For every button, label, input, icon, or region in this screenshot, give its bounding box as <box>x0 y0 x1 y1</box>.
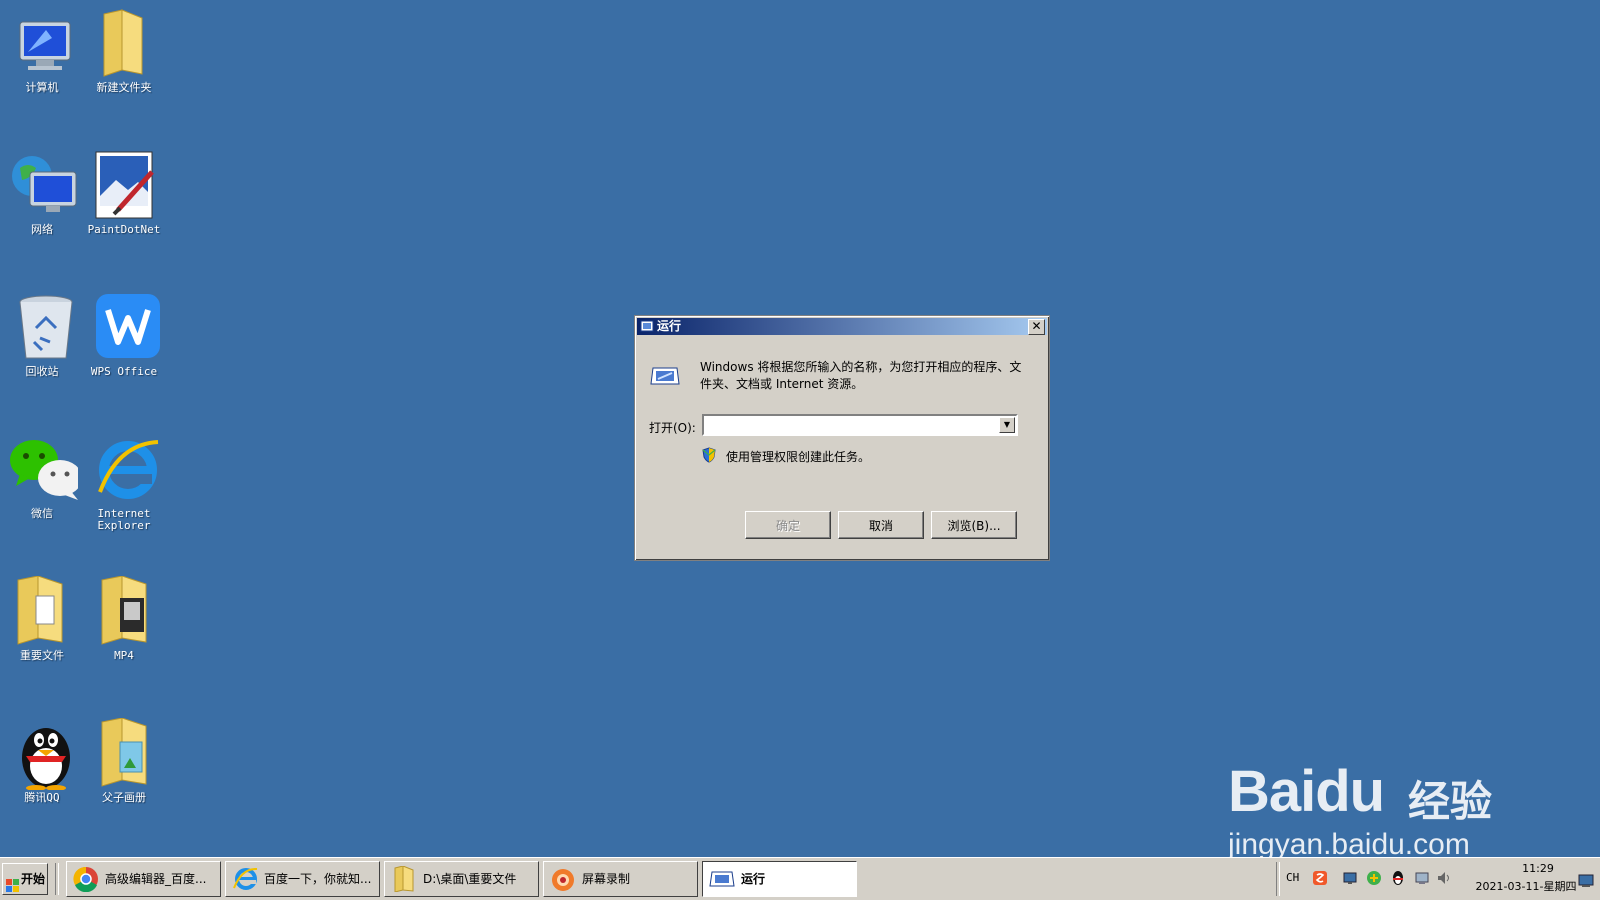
taskbar-separator <box>55 863 59 895</box>
close-button[interactable]: ✕ <box>1028 319 1045 335</box>
desktop-icon-wps-office[interactable]: WPS Office <box>82 292 166 378</box>
recycle-bin-icon <box>6 292 78 364</box>
watermark-brand: Baidu <box>1228 759 1385 824</box>
computer-icon <box>6 8 78 80</box>
start-button[interactable]: 开始 <box>2 863 48 895</box>
folder-icon <box>88 8 160 80</box>
run-dialog: 运行 ✕ Windows 将根据您所输入的名称，为您打开相应的程序、文件夹、文档… <box>634 315 1050 561</box>
security-icon[interactable] <box>1366 870 1382 886</box>
taskbar-button-screen-recorder[interactable]: 屏幕录制 <box>543 861 698 897</box>
open-input[interactable] <box>705 417 999 433</box>
clock-time[interactable]: 11:29 <box>1508 862 1568 875</box>
folder-icon <box>88 575 160 648</box>
desktop-icon-label: Internet Explorer <box>97 507 151 532</box>
desktop-icon-label: 微信 <box>31 507 53 520</box>
internet-explorer-icon <box>232 866 258 892</box>
language-indicator[interactable]: CH <box>1286 871 1299 884</box>
volume-icon[interactable] <box>1436 870 1452 886</box>
uac-shield-icon <box>701 447 717 463</box>
taskbar-button-run[interactable]: 运行 <box>702 861 857 897</box>
desktop-icon-label: WPS Office <box>90 365 158 378</box>
display-icon[interactable] <box>1414 870 1430 886</box>
paintdotnet-icon <box>88 150 160 222</box>
qq-icon <box>6 718 78 791</box>
baidu-jingyan-watermark: Baidu 经验 jingyan.baidu.com <box>1228 728 1528 857</box>
desktop-icon-paintdotnet[interactable]: PaintDotNet <box>82 150 166 236</box>
run-icon <box>709 866 735 892</box>
task-label: 屏幕录制 <box>582 872 631 886</box>
clock-date[interactable]: 2021-03-11-星期四 <box>1466 878 1586 894</box>
desktop-icon-label: PaintDotNet <box>87 223 161 236</box>
tray-separator <box>1276 862 1280 896</box>
watermark-url: jingyan.baidu.com <box>1228 828 1470 857</box>
desktop-icon-computer[interactable]: 计算机 <box>0 8 84 94</box>
desktop-icon-label: 网络 <box>31 223 53 236</box>
close-icon: ✕ <box>1031 319 1042 333</box>
task-label: 百度一下，你就知... <box>264 872 372 886</box>
folder-icon <box>6 575 78 648</box>
desktop-icon-label: 计算机 <box>25 81 59 94</box>
folder-icon <box>88 717 160 790</box>
sogou-input-icon[interactable] <box>1312 870 1328 886</box>
network-icon <box>6 150 78 222</box>
task-label: 高级编辑器_百度... <box>105 872 207 886</box>
run-icon <box>640 320 654 332</box>
desktop-icon-important-files[interactable]: 重要文件 <box>0 575 84 662</box>
admin-privilege-note: 使用管理权限创建此任务。 <box>726 450 871 464</box>
task-label: 运行 <box>741 872 766 886</box>
watermark-cn: 经验 <box>1408 777 1493 826</box>
open-combobox[interactable]: ▼ <box>702 414 1018 436</box>
run-dialog-description: Windows 将根据您所输入的名称，为您打开相应的程序、文件夹、文档或 Int… <box>700 360 1022 391</box>
desktop-icon-network[interactable]: 网络 <box>0 150 84 236</box>
show-desktop-icon[interactable] <box>1578 874 1594 888</box>
desktop-icon-internet-explorer[interactable]: Internet Explorer <box>82 434 166 532</box>
run-dialog-title: 运行 <box>657 319 682 333</box>
desktop-icon-label: 回收站 <box>25 365 59 378</box>
qq-tray-icon[interactable] <box>1390 870 1406 886</box>
run-program-icon <box>649 362 681 390</box>
desktop-icon-new-folder[interactable]: 新建文件夹 <box>82 8 166 94</box>
taskbar-button-editor[interactable]: 高级编辑器_百度... <box>66 861 221 897</box>
system-tray: CH 11:29 2021-03-11-星期四 <box>1276 862 1596 896</box>
chevron-down-icon: ▼ <box>1003 420 1011 429</box>
browse-button[interactable]: 浏览(B)... <box>931 511 1017 539</box>
screen-recorder-icon <box>550 866 576 892</box>
taskbar: 开始 高级编辑器_百度... 百度一下，你就知... D:\桌面\重要文件 屏幕… <box>0 857 1600 900</box>
start-label: 开始 <box>21 872 46 886</box>
desktop-icon-mp4[interactable]: MP4 <box>82 575 166 662</box>
folder-icon <box>391 865 417 893</box>
open-label: 打开(O): <box>649 421 696 435</box>
desktop-icon-wechat[interactable]: 微信 <box>0 434 84 520</box>
taskbar-button-ie[interactable]: 百度一下，你就知... <box>225 861 380 897</box>
windows-logo-icon <box>6 873 19 892</box>
desktop-icon-label: MP4 <box>114 649 134 662</box>
desktop-icon-photo-album[interactable]: 父子画册 <box>82 717 166 804</box>
taskbar-button-folder[interactable]: D:\桌面\重要文件 <box>384 861 539 897</box>
internet-explorer-icon <box>88 434 160 506</box>
cancel-button[interactable]: 取消 <box>838 511 924 539</box>
desktop-icon-label: 腾讯QQ <box>24 791 60 804</box>
wps-office-icon <box>88 292 160 364</box>
desktop-icon-recycle-bin[interactable]: 回收站 <box>0 292 84 378</box>
task-label: D:\桌面\重要文件 <box>423 872 517 886</box>
open-dropdown-button[interactable]: ▼ <box>999 417 1015 433</box>
chrome-icon <box>73 866 99 893</box>
desktop-icon-label: 重要文件 <box>20 649 64 662</box>
desktop-icon-label: 新建文件夹 <box>96 81 152 94</box>
desktop: 计算机 新建文件夹 网络 PaintDotNet 回收站 WPS Office … <box>0 0 1600 857</box>
network-status-icon[interactable] <box>1342 870 1358 886</box>
run-dialog-titlebar[interactable]: 运行 ✕ <box>637 318 1047 335</box>
wechat-icon <box>6 434 82 506</box>
ok-button[interactable]: 确定 <box>745 511 831 539</box>
desktop-icon-label: 父子画册 <box>102 791 146 804</box>
desktop-icon-qq[interactable]: 腾讯QQ <box>0 718 84 804</box>
